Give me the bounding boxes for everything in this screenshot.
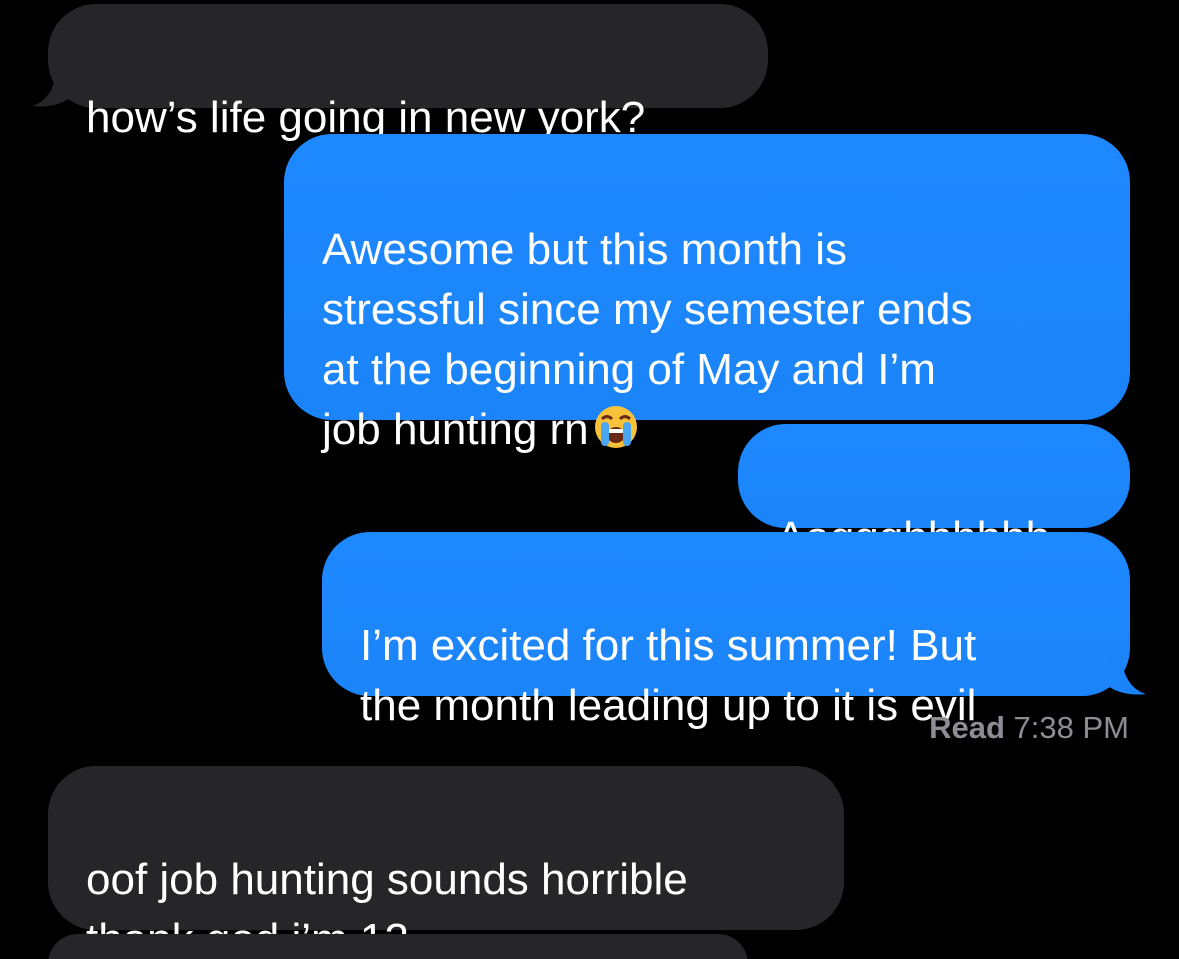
outgoing-message-bubble[interactable]: I’m excited for this summer! But the mon… [322,532,1130,730]
outgoing-bubble-tail [1108,656,1146,695]
incoming-message-bubble[interactable]: how’s life going in new york? [48,4,768,142]
read-receipt: Read 7:38 PM [929,710,1129,746]
loudly-crying-face-icon [593,404,639,450]
incoming-bubble-tail [32,68,70,107]
outgoing-message-bubble[interactable]: Awesome but this month is stressful sinc… [284,134,1130,454]
message-text: I’m excited for this summer! But the mon… [360,621,977,730]
read-time: 7:38 PM [1013,710,1129,745]
message-thread: how’s life going in new york? Awesome bu… [0,0,1179,959]
outgoing-message-bubble[interactable]: Aaggghhhhhh [738,424,1130,562]
incoming-message-bubble[interactable]: oof job hunting sounds horrible thank go… [48,766,844,959]
message-text: Awesome but this month is stressful sinc… [322,225,973,454]
read-label: Read [929,710,1005,745]
incoming-message-bubble-partial[interactable] [48,934,748,959]
